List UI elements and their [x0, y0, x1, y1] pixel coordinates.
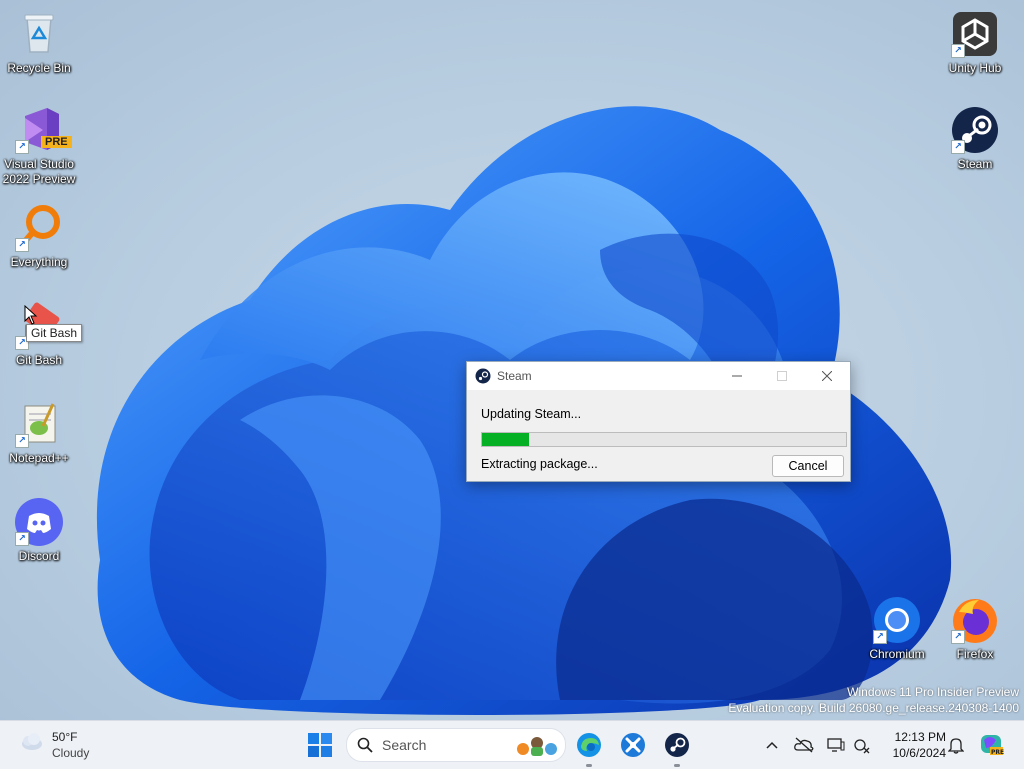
svg-text:PRE: PRE — [991, 749, 1004, 756]
recycle-bin-label: Recycle Bin — [7, 61, 71, 75]
discord-label: Discord — [18, 549, 60, 563]
shortcut-arrow-icon: ↗ — [951, 630, 965, 644]
running-indicator — [674, 764, 680, 767]
recycle-bin-icon — [24, 14, 54, 53]
cloudy-weather-icon — [22, 733, 42, 750]
taskbar-app[interactable] — [618, 730, 648, 760]
firefox-label: Firefox — [956, 647, 994, 661]
clock[interactable]: 12:13 PM 10/6/2024 — [880, 729, 946, 761]
steam-label: Steam — [957, 157, 993, 171]
chromium-label: Chromium — [869, 647, 925, 661]
weather-temp: 50°F — [52, 730, 78, 744]
copilot-preview-button[interactable]: PRE — [980, 735, 1004, 756]
taskbar-edge[interactable] — [574, 730, 604, 767]
progress-fill — [482, 433, 530, 446]
shortcut-arrow-icon: ↗ — [15, 140, 29, 154]
edge-icon — [577, 733, 601, 757]
display-icon — [827, 738, 845, 752]
start-button[interactable] — [308, 733, 332, 762]
shortcut-arrow-icon: ↗ — [15, 434, 29, 448]
status-text: Updating Steam... — [481, 407, 582, 421]
detail-text: Extracting package... — [481, 457, 598, 471]
dialog-titlebar[interactable]: Steam — [467, 362, 850, 390]
taskbar: 50°F Cloudy Search 12:13 PM 10/6/2024 PR… — [0, 720, 1024, 769]
pre-badge: PRE — [41, 136, 72, 148]
shortcut-arrow-icon: ↗ — [951, 140, 965, 154]
watermark-line-1: Windows 11 Pro Insider Preview — [847, 685, 1019, 699]
tray-display[interactable] — [826, 735, 846, 755]
desktop: Recycle Bin PRE ↗ Visual Studio 2022 Pre… — [0, 0, 1024, 720]
desktop-icon-firefox[interactable]: ↗ Firefox — [936, 594, 1014, 662]
chevron-up-icon — [766, 741, 778, 749]
copilot-preview-icon: PRE — [981, 735, 1004, 756]
weather-desc: Cloudy — [52, 746, 90, 760]
desktop-icon-visual-studio[interactable]: PRE ↗ Visual Studio 2022 Preview — [0, 104, 78, 187]
weather-widget[interactable]: 50°F Cloudy — [18, 729, 89, 761]
progress-bar — [481, 432, 847, 447]
close-icon — [822, 371, 832, 381]
maximize-button — [759, 362, 805, 390]
network-icon — [854, 739, 870, 754]
shortcut-arrow-icon: ↗ — [873, 630, 887, 644]
dialog-title: Steam — [497, 369, 532, 383]
taskbar-steam[interactable] — [662, 730, 692, 767]
minimize-icon — [732, 375, 742, 377]
running-indicator — [586, 764, 592, 767]
shortcut-arrow-icon: ↗ — [951, 44, 965, 58]
steam-icon — [665, 733, 689, 757]
tray-onedrive[interactable] — [794, 735, 814, 755]
watermark-line-2: Evaluation copy. Build 26080.ge_release.… — [728, 701, 1019, 715]
desktop-icon-everything[interactable]: ↗ Everything — [0, 202, 78, 270]
desktop-icon-steam[interactable]: ↗ Steam — [936, 104, 1014, 172]
windows-start-icon — [308, 733, 332, 757]
app-icon — [621, 733, 645, 757]
bell-icon — [948, 738, 964, 754]
tray-network[interactable] — [852, 735, 872, 755]
unity-hub-label: Unity Hub — [948, 61, 1002, 75]
show-hidden-icons-button[interactable] — [762, 735, 782, 755]
notepad-plus-plus-label: Notepad++ — [9, 451, 69, 465]
search-box[interactable]: Search — [346, 728, 566, 762]
desktop-icon-chromium[interactable]: ↗ Chromium — [858, 594, 936, 662]
tooltip: Git Bash — [26, 324, 83, 342]
dialog-body: Updating Steam... Extracting package... … — [467, 391, 850, 481]
search-icon — [357, 737, 373, 753]
minimize-button[interactable] — [714, 362, 760, 390]
evaluation-watermark: Windows 11 Pro Insider Preview Evaluatio… — [728, 684, 1019, 716]
everything-label: Everything — [10, 255, 68, 269]
cancel-button[interactable]: Cancel — [772, 455, 844, 477]
shortcut-arrow-icon: ↗ — [15, 532, 29, 546]
close-button[interactable] — [804, 362, 850, 390]
maximize-icon — [777, 371, 787, 381]
search-highlight-icon — [517, 737, 557, 756]
desktop-icon-discord[interactable]: ↗ Discord — [0, 496, 78, 564]
desktop-icon-recycle-bin[interactable]: Recycle Bin — [0, 8, 78, 76]
search-placeholder: Search — [382, 737, 427, 753]
clock-time: 12:13 PM — [894, 730, 946, 744]
onedrive-offline-icon — [794, 737, 814, 753]
steam-icon — [475, 368, 491, 384]
steam-update-dialog: Steam Updating Steam... Extracting packa… — [466, 361, 851, 482]
desktop-icon-notepad-plus-plus[interactable]: ↗ Notepad++ — [0, 398, 78, 466]
mouse-cursor-icon — [24, 305, 38, 325]
clock-date: 10/6/2024 — [892, 746, 946, 760]
shortcut-arrow-icon: ↗ — [15, 238, 29, 252]
git-bash-label: Git Bash — [15, 353, 63, 367]
visual-studio-label: Visual Studio 2022 Preview — [2, 157, 76, 186]
notifications-button[interactable] — [946, 735, 966, 755]
desktop-icon-unity-hub[interactable]: ↗ Unity Hub — [936, 8, 1014, 76]
